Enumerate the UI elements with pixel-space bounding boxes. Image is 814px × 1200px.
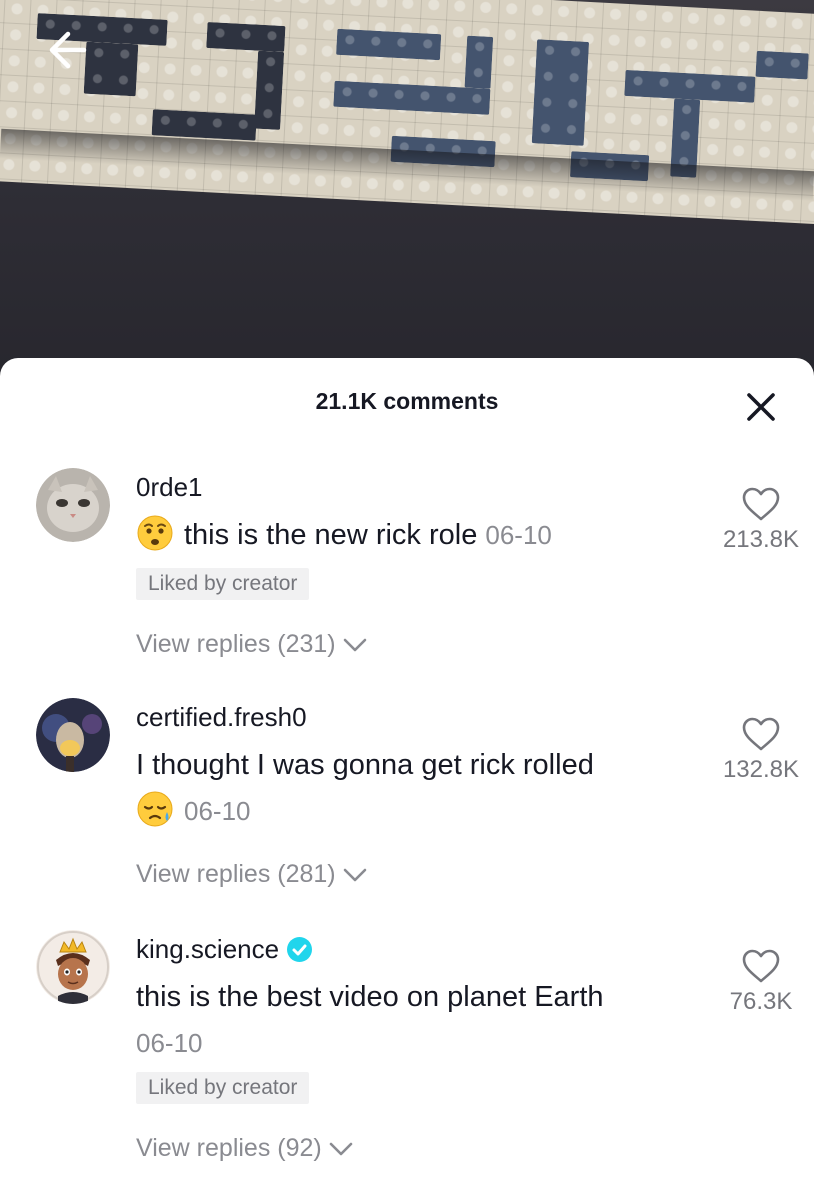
comments-sheet: 21.1K comments 0rde1 this is the new ric… (0, 358, 814, 1200)
like-count: 76.3K (729, 988, 793, 1015)
comment-item: king.science this is the best video on p… (0, 928, 814, 1188)
close-button[interactable] (742, 388, 780, 426)
view-replies-button[interactable]: View replies (92) (136, 1134, 354, 1163)
like-button[interactable]: 213.8K (706, 486, 814, 554)
video-background (0, 0, 814, 400)
close-icon (747, 393, 775, 421)
chevron-down-icon (343, 868, 366, 881)
comment-username[interactable]: 0rde1 (136, 472, 203, 503)
liked-by-creator-badge: Liked by creator (136, 568, 310, 600)
chevron-down-icon (343, 638, 366, 651)
comment-username[interactable]: certified.fresh0 (136, 702, 307, 733)
chevron-down-icon (329, 1142, 353, 1155)
comment-item: certified.fresh0 I thought I was gonna g… (0, 696, 814, 896)
like-button[interactable]: 132.8K (706, 716, 814, 784)
comment-item: 0rde1 this is the new rick role 06-10 Li… (0, 466, 814, 666)
comment-username[interactable]: king.science (136, 934, 313, 965)
like-button[interactable]: 76.3K (706, 948, 814, 1016)
heart-icon (742, 949, 780, 983)
view-replies-button[interactable]: View replies (231) (136, 630, 368, 659)
comment-date: 06-10 (184, 796, 251, 826)
heart-icon (742, 487, 780, 521)
comment-text: this is the new rick role 06-10 (136, 512, 696, 558)
avatar[interactable] (36, 698, 110, 772)
comment-date: 06-10 (136, 1028, 203, 1058)
like-count: 213.8K (722, 526, 800, 553)
comment-text: this is the best video on planet Earth 0… (136, 981, 604, 1058)
cartoon-king-avatar-image (36, 930, 110, 1004)
heart-icon (742, 717, 780, 751)
like-count: 132.8K (722, 756, 800, 783)
verified-badge-icon (287, 937, 313, 962)
comment-date: 06-10 (485, 520, 552, 550)
worried-face-emoji (137, 515, 173, 551)
cat-avatar-image (36, 468, 110, 542)
liked-by-creator-badge: Liked by creator (136, 1072, 310, 1104)
avatar[interactable] (36, 468, 110, 542)
user-avatar-image (36, 698, 110, 772)
view-replies-button[interactable]: View replies (281) (136, 860, 368, 889)
arrow-left-icon (49, 31, 87, 69)
sad-sweat-face-emoji (137, 791, 173, 827)
comment-text: I thought I was gonna get rick rolled 06… (136, 749, 594, 827)
comments-count-title: 21.1K comments (315, 388, 499, 414)
comments-header: 21.1K comments (0, 358, 814, 448)
back-button[interactable] (40, 22, 100, 78)
avatar[interactable] (36, 930, 110, 1004)
